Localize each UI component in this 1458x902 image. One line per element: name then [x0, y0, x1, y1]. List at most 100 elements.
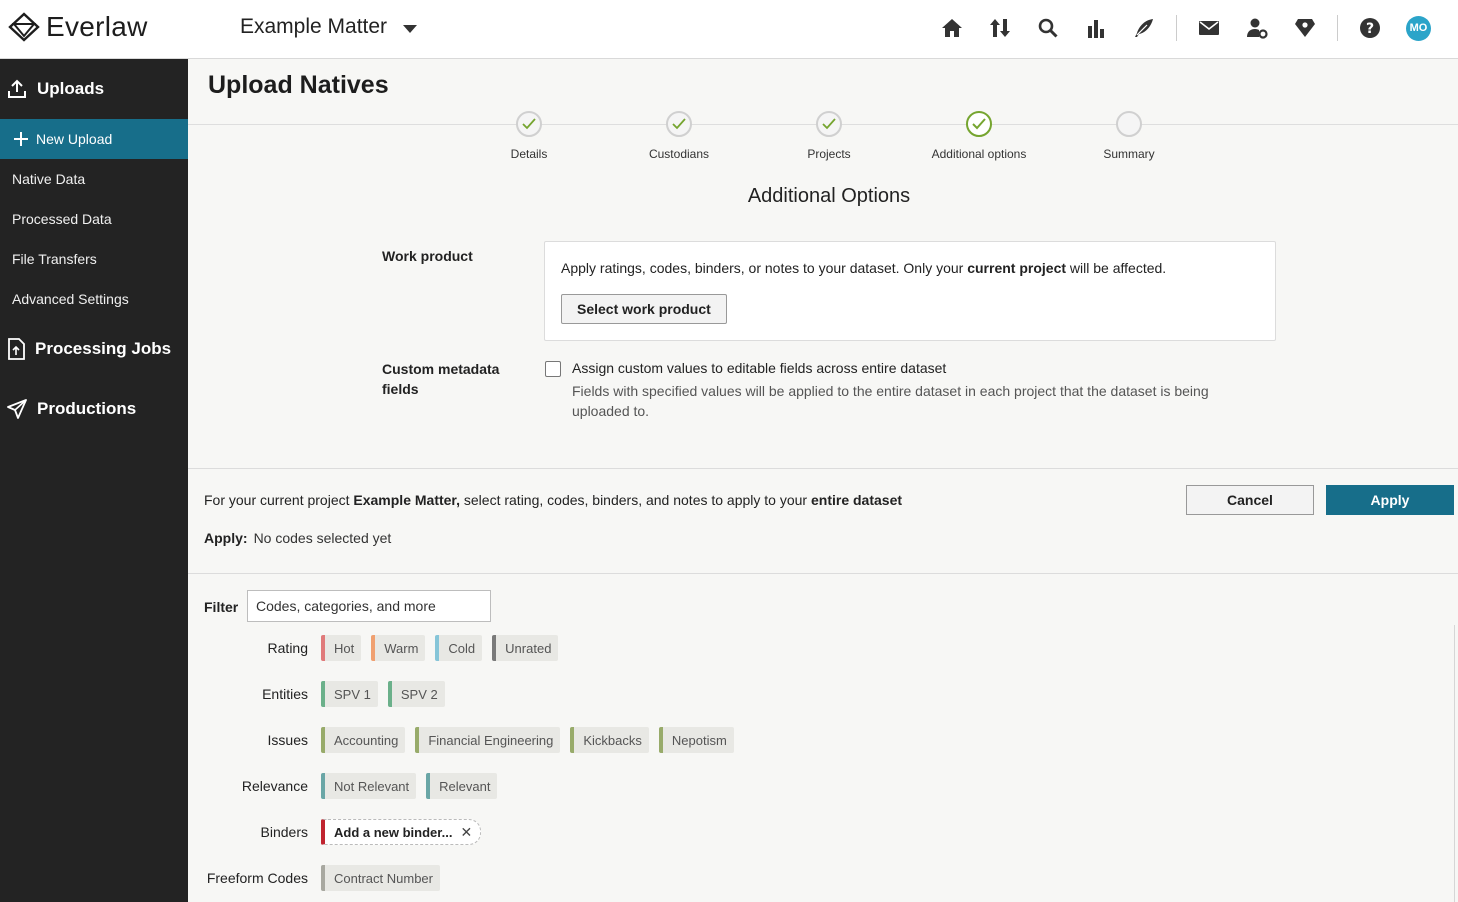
select-work-product-button[interactable]: Select work product: [561, 294, 727, 324]
custom-metadata-description: Fields with specified values will be app…: [572, 383, 1209, 419]
custom-metadata-checkbox-label[interactable]: Assign custom values to editable fields …: [572, 360, 946, 376]
sidebar-item-label: Processed Data: [12, 211, 112, 227]
code-chips: Not Relevant Relevant: [321, 773, 498, 799]
document-upload-icon: [8, 338, 25, 360]
help-icon[interactable]: ?: [1358, 14, 1382, 42]
code-chip[interactable]: Warm: [371, 635, 426, 661]
code-chip-label: Accounting: [334, 732, 399, 748]
apply-summary: Apply: No codes selected yet: [204, 530, 392, 546]
upload-stepper: Details Custodians Projects Additional o…: [188, 111, 1458, 171]
everlaw-logo[interactable]: Everlaw: [8, 11, 148, 43]
work-product-description: Apply ratings, codes, binders, or notes …: [561, 260, 1167, 276]
code-row-label: Rating: [267, 640, 308, 656]
work-product-panel: For your current project Example Matter,…: [188, 468, 1458, 902]
sidebar-item-label: File Transfers: [12, 251, 97, 267]
code-chip-label: Cold: [448, 640, 476, 656]
step-label: Additional options: [931, 147, 1027, 161]
custom-metadata-checkbox[interactable]: [545, 361, 561, 377]
code-chip-label: Contract Number: [334, 870, 433, 886]
step-label: Custodians: [648, 147, 710, 161]
close-icon[interactable]: ✕: [460, 824, 472, 841]
sidebar-item-label: New Upload: [36, 131, 113, 147]
code-chip-label: Not Relevant: [334, 778, 410, 794]
code-chip[interactable]: SPV 2: [387, 681, 445, 707]
code-row-label: Issues: [267, 732, 308, 748]
code-chip-label: Unrated: [505, 640, 552, 656]
matter-name: Example Matter: [240, 15, 388, 38]
matter-selector[interactable]: Example Matter: [240, 15, 418, 39]
everlaw-logo-icon: [8, 12, 40, 42]
plus-icon: [14, 132, 28, 146]
code-chips: Accounting Financial Engineering Kickbacks…: [321, 727, 734, 753]
code-chip[interactable]: Relevant: [426, 773, 498, 799]
nav-divider: [1176, 15, 1177, 41]
code-chip-label: Hot: [334, 640, 355, 656]
home-icon[interactable]: [940, 14, 964, 42]
chevron-down-icon: [403, 25, 418, 33]
step-current-check-icon: [966, 111, 992, 137]
feather-pen-icon[interactable]: [1132, 14, 1156, 42]
apply-button[interactable]: Apply: [1326, 485, 1454, 515]
upload-download-icon[interactable]: [988, 14, 1012, 42]
upload-icon: [8, 79, 26, 98]
sidebar-item-native-data[interactable]: Native Data: [0, 159, 188, 199]
sidebar-section-label: Processing Jobs: [35, 339, 172, 358]
code-chip-label: Kickbacks: [583, 732, 642, 748]
sidebar-item-processed-data[interactable]: Processed Data: [0, 199, 188, 239]
user-settings-icon[interactable]: [1245, 14, 1269, 42]
code-chip[interactable]: Add a new binder... ✕: [321, 819, 482, 845]
filter-label: Filter: [204, 599, 239, 615]
code-chip-label: SPV 1: [334, 686, 371, 702]
step-additional-options[interactable]: Additional options: [904, 111, 1054, 161]
step-projects[interactable]: Projects: [754, 111, 904, 161]
code-chip-label: Financial Engineering: [428, 732, 554, 748]
top-bar: Everlaw Example Matter ? MO: [0, 0, 1458, 59]
step-complete-check-icon: [666, 111, 692, 137]
code-chip-label: Add a new binder...: [334, 824, 453, 840]
step-custodians[interactable]: Custodians: [604, 111, 754, 161]
shield-icon[interactable]: [1293, 14, 1317, 42]
panel-description: For your current project Example Matter,…: [204, 492, 903, 508]
code-chip[interactable]: Contract Number: [321, 865, 440, 891]
mail-icon[interactable]: [1197, 14, 1221, 42]
code-chip[interactable]: Cold: [435, 635, 483, 661]
step-complete-check-icon: [816, 111, 842, 137]
svg-text:?: ?: [1366, 21, 1374, 37]
top-nav-icons: ? MO: [940, 14, 1431, 42]
work-product-label: Work product: [382, 248, 473, 264]
code-chip[interactable]: Financial Engineering: [415, 727, 561, 753]
analytics-icon[interactable]: [1084, 14, 1108, 42]
step-label: Details: [510, 147, 548, 161]
step-summary[interactable]: Summary: [1054, 111, 1204, 161]
cancel-button[interactable]: Cancel: [1186, 485, 1314, 515]
main-content: Upload Natives Details Custodians Projec…: [188, 59, 1458, 902]
code-chip[interactable]: Unrated: [492, 635, 559, 661]
sidebar-item-file-transfers[interactable]: File Transfers: [0, 239, 188, 279]
code-chip[interactable]: Kickbacks: [570, 727, 649, 753]
step-details[interactable]: Details: [454, 111, 604, 161]
scroll-area-edge: [1454, 625, 1455, 902]
section-heading: Additional Options: [747, 185, 911, 207]
sidebar-item-advanced-settings[interactable]: Advanced Settings: [0, 279, 188, 319]
code-chip-label: Warm: [384, 640, 419, 656]
user-avatar[interactable]: MO: [1406, 15, 1431, 41]
filter-input[interactable]: [247, 590, 491, 622]
code-chip[interactable]: Not Relevant: [321, 773, 417, 799]
code-chip[interactable]: SPV 1: [321, 681, 378, 707]
code-chip[interactable]: Hot: [321, 635, 362, 661]
panel-divider: [188, 573, 1458, 574]
sidebar-section-productions[interactable]: Productions: [0, 379, 188, 439]
sidebar-item-new-upload[interactable]: New Upload: [0, 119, 188, 159]
code-chip-label: Nepotism: [671, 732, 727, 748]
sidebar-section-uploads[interactable]: Uploads: [0, 59, 188, 119]
search-icon[interactable]: [1036, 14, 1060, 42]
sidebar-section-processing-jobs[interactable]: Processing Jobs: [0, 319, 188, 379]
code-chip[interactable]: Nepotism: [658, 727, 734, 753]
sidebar-section-label: Productions: [37, 399, 137, 418]
sidebar-item-label: Native Data: [12, 171, 86, 187]
sidebar-section-label: Uploads: [37, 79, 105, 98]
code-chip[interactable]: Accounting: [321, 727, 406, 753]
code-chip-label: Relevant: [439, 778, 491, 794]
paper-plane-icon: [7, 399, 27, 419]
app-name: Everlaw: [46, 11, 148, 42]
